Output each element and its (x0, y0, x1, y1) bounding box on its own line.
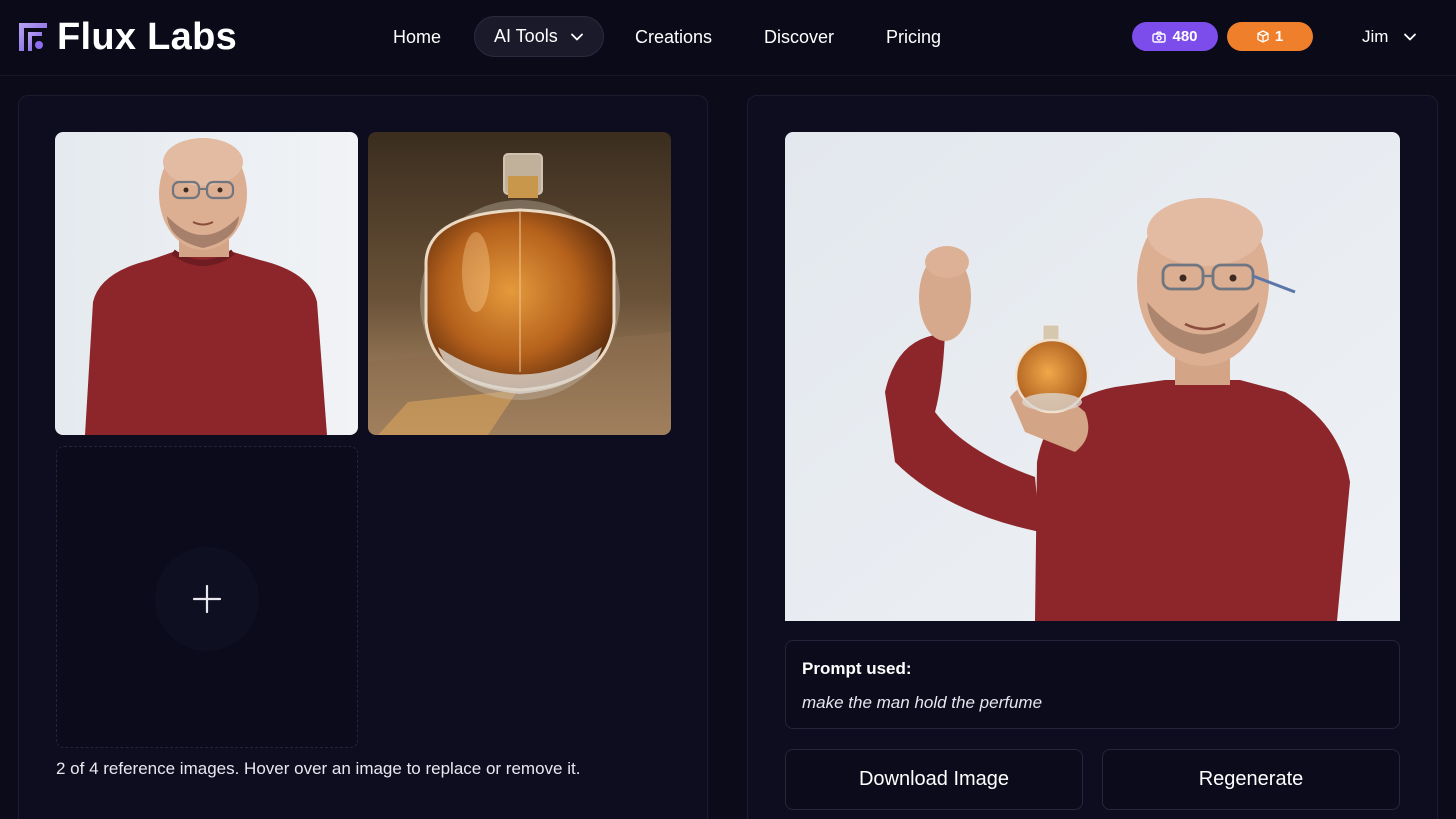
generated-image[interactable] (785, 132, 1400, 621)
nav-discover[interactable]: Discover (764, 17, 834, 57)
image-credits-count: 480 (1172, 28, 1198, 45)
regenerate-button[interactable]: Regenerate (1102, 749, 1400, 810)
top-navigation-bar: Flux Labs Home AI Tools Creations Discov… (0, 0, 1456, 76)
brand-logo[interactable]: Flux Labs (17, 18, 237, 56)
cube-icon (1257, 30, 1269, 43)
man-holding-perfume-illustration (785, 132, 1400, 621)
nav-home[interactable]: Home (393, 17, 441, 57)
chevron-down-icon (571, 33, 583, 41)
nav-pricing[interactable]: Pricing (886, 17, 941, 57)
download-image-button[interactable]: Download Image (785, 749, 1083, 810)
add-reference-button[interactable] (155, 547, 259, 651)
prompt-used-box: Prompt used: make the man hold the perfu… (785, 640, 1400, 729)
prompt-used-label: Prompt used: (802, 659, 912, 678)
plus-icon (192, 584, 222, 614)
man-portrait-illustration (55, 132, 358, 435)
prompt-used-text: make the man hold the perfume (802, 693, 1043, 712)
user-name: Jim (1362, 26, 1389, 46)
box-credits-badge[interactable]: 1 (1227, 22, 1313, 51)
reference-image-perfume[interactable] (368, 132, 671, 435)
nav-ai-tools-label: AI Tools (494, 26, 558, 46)
box-credits-count: 1 (1274, 28, 1284, 45)
nav-ai-tools-dropdown[interactable]: AI Tools (474, 16, 604, 57)
chevron-down-icon (1404, 33, 1417, 40)
camera-icon (1152, 31, 1167, 43)
image-credits-badge[interactable]: 480 (1132, 22, 1218, 51)
reference-image-man[interactable] (55, 132, 358, 435)
logo-mark-icon (19, 23, 47, 51)
nav-creations[interactable]: Creations (635, 17, 712, 57)
reference-images-caption: 2 of 4 reference images. Hover over an i… (56, 759, 581, 778)
brand-name: Flux Labs (57, 16, 238, 58)
perfume-bottle-illustration (368, 132, 671, 435)
user-menu[interactable]: Jim (1362, 22, 1418, 51)
